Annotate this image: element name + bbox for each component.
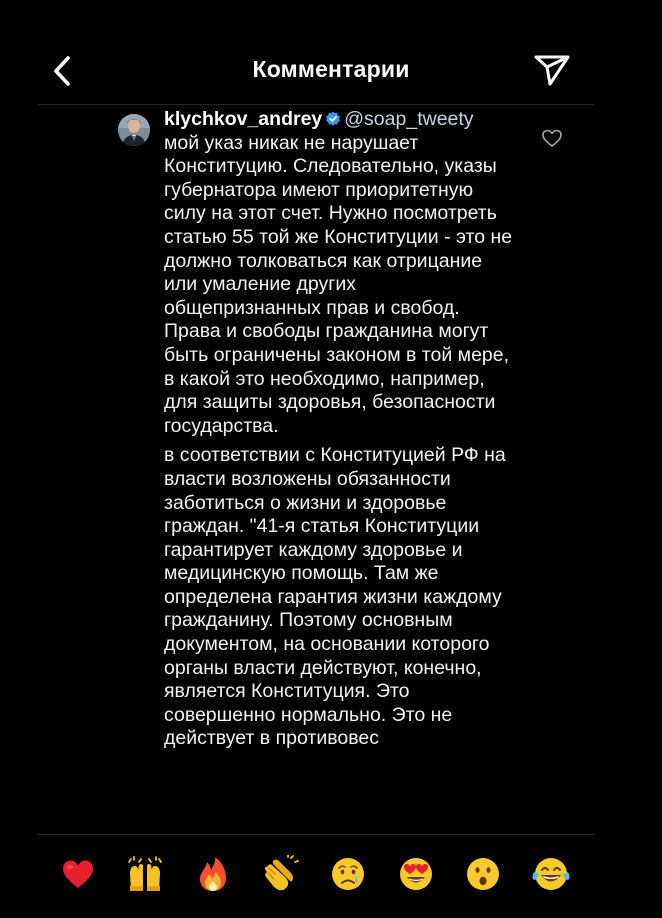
comments-header: Комментарии: [0, 0, 662, 104]
reaction-surprised-face[interactable]: [463, 854, 503, 894]
emoji-reaction-bar: [38, 846, 594, 906]
reaction-clapping-hands[interactable]: [260, 854, 300, 894]
clapping-hands-icon: [265, 855, 299, 891]
share-button[interactable]: [530, 50, 574, 90]
crying-face-icon: [332, 858, 364, 890]
like-button[interactable]: [541, 128, 563, 148]
reaction-tears-of-joy[interactable]: [531, 854, 571, 894]
raising-hands-icon: [128, 856, 162, 891]
reactions-divider: [38, 834, 594, 835]
reaction-crying-face[interactable]: [328, 854, 368, 894]
heart-eyes-icon: [400, 858, 432, 890]
comment-paragraph-1: klychkov_andrey @soap_tweety мой указ ни…: [164, 108, 514, 438]
avatar-photo: [118, 114, 150, 146]
comment-item: klychkov_andrey @soap_tweety мой указ ни…: [0, 105, 662, 834]
red-heart-icon: [63, 860, 93, 888]
comment-text: klychkov_andrey @soap_tweety мой указ ни…: [164, 108, 514, 751]
reaction-heart-eyes[interactable]: [396, 854, 436, 894]
mention-link[interactable]: @soap_tweety: [344, 108, 473, 130]
surprised-face-icon: [467, 858, 499, 890]
fire-icon: [200, 857, 226, 891]
avatar[interactable]: [118, 114, 150, 146]
comment-text-1: мой указ никак не нарушает Конституцию. …: [164, 131, 513, 437]
tears-of-joy-icon: [532, 858, 570, 890]
verified-badge-icon: [326, 111, 341, 126]
reaction-raising-hands[interactable]: [125, 854, 165, 894]
comment-text-2: в соответствии с Конституцией РФ на влас…: [164, 444, 506, 750]
direct-send-icon: [534, 55, 570, 86]
reaction-red-heart[interactable]: [58, 854, 98, 894]
heart-outline-icon: [542, 129, 562, 147]
reaction-fire[interactable]: [193, 854, 233, 894]
comment-username[interactable]: klychkov_andrey: [164, 108, 322, 130]
